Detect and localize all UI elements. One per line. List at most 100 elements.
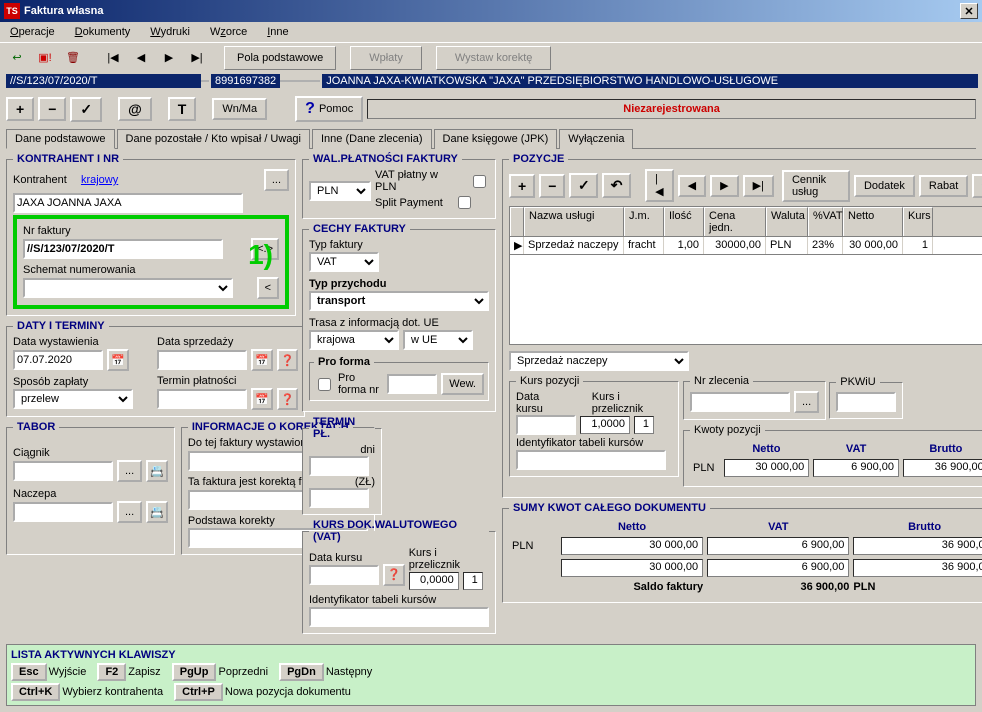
btn-schemat-back[interactable]: < [257,277,279,299]
btn-rabat[interactable]: Rabat [919,175,968,197]
tb-save-icon[interactable]: ▣! [32,46,58,70]
poz-undo[interactable]: ↶ [602,173,631,198]
key-esc[interactable]: Esc [11,663,47,681]
titlebar: TS Faktura własna ✕ [0,0,982,22]
menu-inne[interactable]: Inne [261,24,294,40]
input-nr-faktury[interactable] [23,239,223,259]
select-pozdetail[interactable]: Sprzedaż naczepy [509,351,689,371]
fieldset-pkwiu: PKWiU [829,376,903,419]
key-ctrlp[interactable]: Ctrl+P [174,683,223,701]
input-nrzlec[interactable] [690,392,790,412]
poz-last[interactable]: ▶| [743,175,774,197]
select-waluta[interactable]: PLN [309,181,371,201]
fieldset-nrzlec: Nr zlecenia ... [683,375,826,420]
btn-cal1[interactable]: 📅 [107,349,129,371]
input-naczepa[interactable] [13,502,113,522]
tab-inne[interactable]: Inne (Dane zlecenia) [312,129,432,149]
poz-minus[interactable]: − [539,174,565,198]
btn-wnma[interactable]: Wn/Ma [212,98,267,120]
poz-plus[interactable]: + [509,174,535,198]
tab-dane-podstawowe[interactable]: Dane podstawowe [6,129,115,149]
cell-kursdok-przel: 1 [463,572,483,590]
tab-jpk[interactable]: Dane księgowe (JPK) [434,129,558,149]
input-data-sprz[interactable] [157,350,247,370]
tb-pola-button[interactable]: Pola podstawowe [224,46,336,70]
btn-plus[interactable]: + [6,97,34,121]
btn-pomoc[interactable]: ?Pomoc [295,96,363,122]
key-f2[interactable]: F2 [97,663,126,681]
input-kursdok-ident[interactable] [309,607,489,627]
btn-nrzlec[interactable]: ... [794,391,819,413]
select-typfak[interactable]: VAT [309,252,379,272]
btn-dodatek[interactable]: Dodatek [854,175,915,197]
btn-poz-help[interactable]: ? [972,174,982,198]
input-termin-zl[interactable] [309,488,369,508]
grid-body[interactable] [509,255,982,345]
fieldset-cechy: CECHY FAKTURY Typ faktury VAT Typ przych… [302,223,496,412]
btn-help2[interactable]: ❓ [277,388,299,410]
input-kp-data[interactable] [516,415,576,435]
btn-help1[interactable]: ❓ [277,349,299,371]
btn-wew[interactable]: Wew. [441,373,484,395]
btn-minus[interactable]: − [38,97,66,121]
chk-vatpln[interactable] [473,175,486,188]
menu-operacje[interactable]: Operacje [4,24,61,40]
poz-prev[interactable]: ◀ [678,175,706,197]
select-schemat[interactable] [23,278,233,298]
menu-dokumenty[interactable]: Dokumenty [69,24,137,40]
poz-next[interactable]: ▶ [710,175,738,197]
select-wue[interactable]: w UE [403,330,473,350]
btn-cal2[interactable]: 📅 [251,349,273,371]
btn-ciagnik-card[interactable]: 📇 [146,460,168,482]
link-krajowy[interactable]: krajowy [81,174,118,186]
input-termin-dni[interactable] [309,456,369,476]
tab-wylaczenia[interactable]: Wyłączenia [559,129,633,149]
btn-cal3[interactable]: 📅 [251,388,273,410]
input-termin-plat[interactable] [157,389,247,409]
app-icon: TS [4,3,20,19]
menu-wydruki[interactable]: Wydruki [144,24,196,40]
poz-first[interactable]: |◀ [645,169,674,202]
btn-ciagnik-pick[interactable]: ... [117,460,142,482]
input-proforma-nr[interactable] [387,374,437,394]
input-pkwiu[interactable] [836,392,896,412]
btn-kursdok-help[interactable]: ❓ [383,564,405,586]
fieldset-daty: DATY I TERMINY Data wystawienia 📅 Data s… [6,320,305,417]
btn-check[interactable]: ✓ [70,97,102,122]
close-button[interactable]: ✕ [960,3,978,19]
tb-last-icon[interactable]: ▶| [184,46,210,70]
tb-delete-icon[interactable]: 🗑 [60,46,86,70]
menu-wzorce[interactable]: Wzorce [204,24,253,40]
key-ctrlk[interactable]: Ctrl+K [11,683,60,701]
input-ciagnik[interactable] [13,461,113,481]
poz-check[interactable]: ✓ [569,173,598,198]
tb-prev-icon[interactable]: ◀ [128,46,154,70]
grid-row[interactable]: ▶ Sprzedaż naczepy fracht 1,00 30000,00 … [509,237,982,255]
btn-naczepa-pick[interactable]: ... [117,501,142,523]
btn-cennik[interactable]: Cennik usług [782,170,850,202]
tb-next-icon[interactable]: ▶ [156,46,182,70]
tab-dane-pozostale[interactable]: Dane pozostałe / Kto wpisał / Uwagi [117,129,310,149]
btn-at[interactable]: @ [118,97,152,121]
key-pgup[interactable]: PgUp [172,663,217,681]
btn-naczepa-card[interactable]: 📇 [146,501,168,523]
select-przychod[interactable]: transport [309,291,489,311]
fieldset-pozycje: POZYCJE + − ✓ ↶ |◀ ◀ ▶ ▶| Cennik usług D… [502,153,982,498]
select-trasa[interactable]: krajowa [309,330,399,350]
chk-split[interactable] [458,196,471,209]
tabs: Dane podstawowe Dane pozostałe / Kto wpi… [6,128,976,149]
btn-t[interactable]: T [168,97,197,121]
tb-back-icon[interactable]: ↩ [4,46,30,70]
status-unregistered: Niezarejestrowana [367,99,976,119]
chk-proforma[interactable] [318,378,331,391]
input-kursdok-data[interactable] [309,565,379,585]
fieldset-terminpl: TERMIN PŁ. dni (ZŁ) [302,416,382,515]
input-data-wyst[interactable] [13,350,103,370]
input-kontrahent-name[interactable] [13,193,243,213]
select-zaplata[interactable]: przelew [13,389,133,409]
tb-first-icon[interactable]: |◀ [100,46,126,70]
input-kp-ident[interactable] [516,450,666,470]
btn-kontrahent-pick[interactable]: ... [264,169,289,191]
key-pgdn[interactable]: PgDn [279,663,324,681]
infobar: //S/123/07/2020/T 8991697382 JOANNA JAXA… [0,72,982,90]
